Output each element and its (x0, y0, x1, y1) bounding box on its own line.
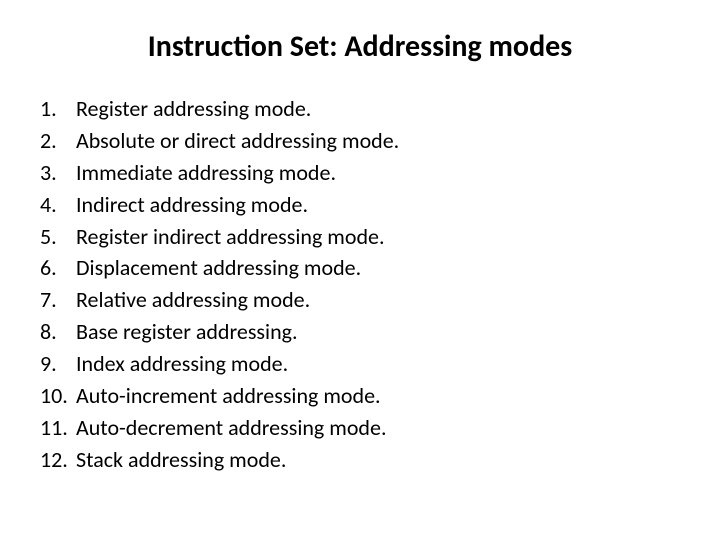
item-number: 6. (40, 252, 76, 284)
addressing-modes-list: 1. Register addressing mode. 2. Absolute… (40, 93, 680, 476)
list-item: 5. Register indirect addressing mode. (40, 221, 680, 253)
list-item: 1. Register addressing mode. (40, 93, 680, 125)
item-number: 4. (40, 189, 76, 221)
item-text: Base register addressing. (76, 316, 680, 348)
item-number: 2. (40, 125, 76, 157)
item-number: 12. (40, 444, 76, 476)
item-text: Stack addressing mode. (76, 444, 680, 476)
item-text: Register addressing mode. (76, 93, 680, 125)
page-title: Instruction Set: Addressing modes (40, 28, 680, 65)
item-text: Relative addressing mode. (76, 284, 680, 316)
list-item: 6. Displacement addressing mode. (40, 252, 680, 284)
item-text: Displacement addressing mode. (76, 252, 680, 284)
list-item: 2. Absolute or direct addressing mode. (40, 125, 680, 157)
item-number: 8. (40, 316, 76, 348)
list-item: 3. Immediate addressing mode. (40, 157, 680, 189)
list-item: 4. Indirect addressing mode. (40, 189, 680, 221)
item-number: 1. (40, 93, 76, 125)
list-item: 9. Index addressing mode. (40, 348, 680, 380)
list-item: 12. Stack addressing mode. (40, 444, 680, 476)
item-number: 5. (40, 221, 76, 253)
item-text: Immediate addressing mode. (76, 157, 680, 189)
item-text: Auto-increment addressing mode. (76, 380, 680, 412)
item-number: 11. (40, 412, 76, 444)
item-number: 7. (40, 284, 76, 316)
item-text: Index addressing mode. (76, 348, 680, 380)
list-item: 11. Auto-decrement addressing mode. (40, 412, 680, 444)
item-number: 10. (40, 380, 76, 412)
item-number: 9. (40, 348, 76, 380)
list-item: 7. Relative addressing mode. (40, 284, 680, 316)
item-text: Auto-decrement addressing mode. (76, 412, 680, 444)
list-item: 10. Auto-increment addressing mode. (40, 380, 680, 412)
item-number: 3. (40, 157, 76, 189)
item-text: Indirect addressing mode. (76, 189, 680, 221)
list-item: 8. Base register addressing. (40, 316, 680, 348)
item-text: Register indirect addressing mode. (76, 221, 680, 253)
item-text: Absolute or direct addressing mode. (76, 125, 680, 157)
